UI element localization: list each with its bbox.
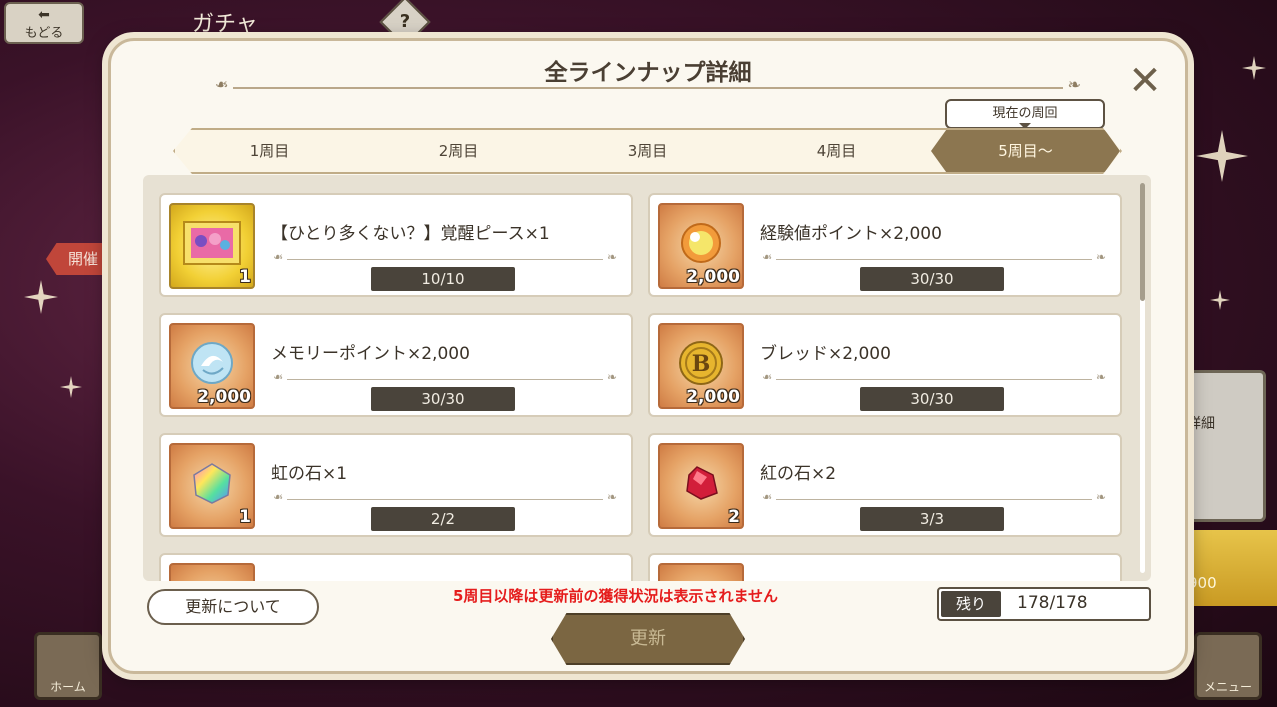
- detail-side-panel[interactable]: 詳細: [1180, 370, 1266, 522]
- update-button[interactable]: 更新: [551, 613, 745, 665]
- item-icon: [169, 563, 255, 581]
- current-round-label: 現在の周回: [945, 99, 1105, 129]
- remaining-label: 残り: [941, 591, 1001, 617]
- list-item: 2 紅の石×2 3/3: [648, 433, 1122, 537]
- item-quantity: 2,000: [197, 387, 251, 407]
- lineup-detail-modal: 全ラインナップ詳細 ✕ 現在の周回 1周目 2周目 3周目 4周目 5周目〜 1…: [108, 38, 1188, 674]
- nav-menu-button[interactable]: メニュー: [1194, 632, 1262, 700]
- tab-round-5[interactable]: 5周目〜: [931, 130, 1120, 172]
- item-name: 経験値ポイント×2,000: [760, 224, 942, 244]
- item-divider: [287, 370, 617, 384]
- tab-round-2[interactable]: 2周目: [364, 130, 553, 172]
- scrollbar[interactable]: [1140, 183, 1145, 573]
- item-divider: [776, 250, 1106, 264]
- list-item: [648, 553, 1122, 581]
- sparkle-icon: [1210, 290, 1230, 310]
- item-quantity: 1: [239, 507, 251, 527]
- item-icon: [658, 563, 744, 581]
- sparkle-icon: [1196, 130, 1248, 182]
- item-divider: [776, 490, 1106, 504]
- sparkle-icon: [60, 376, 82, 398]
- remaining-counter: 残り 178/178: [937, 587, 1151, 621]
- list-item: B 2,000 ブレッド×2,000 30/30: [648, 313, 1122, 417]
- item-name: ブレッド×2,000: [760, 344, 891, 364]
- item-name: メモリーポイント×2,000: [271, 344, 470, 364]
- tab-round-3[interactable]: 3周目: [553, 130, 742, 172]
- tab-round-4[interactable]: 4周目: [742, 130, 931, 172]
- nav-menu-label: メニュー: [1203, 680, 1252, 694]
- crimson-stone-icon: 2: [658, 443, 744, 529]
- item-count: 30/30: [860, 267, 1004, 291]
- item-name: 紅の石×2: [760, 464, 837, 484]
- back-label: もどる: [24, 26, 64, 41]
- bread-coin-icon: B 2,000: [658, 323, 744, 409]
- item-divider: [287, 490, 617, 504]
- rainbow-stone-icon: 1: [169, 443, 255, 529]
- lineup-list[interactable]: 1 【ひとり多くない？】覚醒ピース×1 10/10 2,000 経験値ポイント×…: [143, 175, 1151, 581]
- item-quantity: 2: [728, 507, 740, 527]
- item-divider: [776, 370, 1106, 384]
- item-count: 30/30: [371, 387, 515, 411]
- list-item: 1 虹の石×1 2/2: [159, 433, 633, 537]
- item-quantity: 2,000: [686, 387, 740, 407]
- item-count: 3/3: [860, 507, 1004, 531]
- list-item: 1 【ひとり多くない？】覚醒ピース×1 10/10: [159, 193, 633, 297]
- list-item: 2,000 経験値ポイント×2,000 30/30: [648, 193, 1122, 297]
- sparkle-icon: [24, 280, 58, 314]
- nav-home-button[interactable]: ホーム: [34, 632, 102, 700]
- svg-text:B: B: [692, 351, 711, 377]
- about-update-button[interactable]: 更新について: [147, 589, 319, 625]
- scroll-thumb[interactable]: [1140, 183, 1145, 301]
- screen-title: ガチャ: [192, 12, 258, 37]
- sparkle-icon: [1242, 56, 1266, 80]
- nav-home-label: ホーム: [50, 680, 86, 694]
- event-tag[interactable]: 開催: [46, 243, 116, 275]
- detail-side-label: 詳細: [1187, 416, 1215, 432]
- item-name: 虹の石×1: [271, 464, 348, 484]
- item-count: 2/2: [371, 507, 515, 531]
- exp-orb-icon: 2,000: [658, 203, 744, 289]
- item-divider: [287, 250, 617, 264]
- title-divider: [233, 75, 1081, 94]
- close-icon[interactable]: ✕: [1125, 61, 1165, 101]
- currency-panel: 900: [1180, 530, 1277, 606]
- tab-round-1[interactable]: 1周目: [175, 130, 364, 172]
- round-tab-bar: 1周目 2周目 3周目 4周目 5周目〜: [173, 128, 1122, 174]
- item-quantity: 1: [239, 267, 251, 287]
- help-icon: ?: [399, 11, 411, 32]
- remaining-value: 178/178: [1017, 593, 1088, 613]
- item-name: 【ひとり多くない？】覚醒ピース×1: [271, 224, 550, 244]
- update-notice: 5周目以降は更新前の獲得状況は表示されません: [453, 587, 778, 605]
- back-arrow-icon: ⬅: [38, 7, 50, 23]
- item-count: 30/30: [860, 387, 1004, 411]
- back-button[interactable]: ⬅ もどる: [4, 2, 84, 44]
- list-item: 2,000 メモリーポイント×2,000 30/30: [159, 313, 633, 417]
- item-count: 10/10: [371, 267, 515, 291]
- list-item: [159, 553, 633, 581]
- item-quantity: 2,000: [686, 267, 740, 287]
- modal-title: 全ラインナップ詳細: [544, 60, 752, 86]
- memory-orb-icon: 2,000: [169, 323, 255, 409]
- currency-value: 900: [1188, 574, 1217, 592]
- awakening-piece-icon: 1: [169, 203, 255, 289]
